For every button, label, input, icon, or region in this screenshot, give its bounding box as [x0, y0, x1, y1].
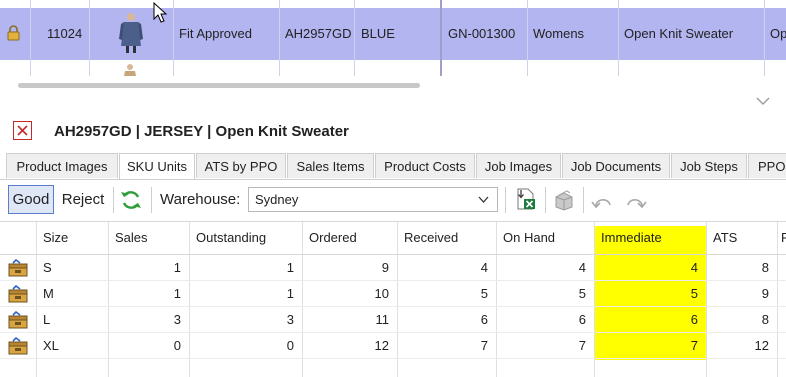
product-grid: 11024 Fit Approved AH2957GD BLUE GN-0013…: [0, 0, 786, 76]
cell-size: M: [43, 286, 54, 301]
cell-immediate: 5: [690, 286, 698, 301]
column-header-immediate[interactable]: Immediate: [594, 222, 706, 254]
tab-product-costs[interactable]: Product Costs: [375, 153, 475, 178]
next-product-thumbnail[interactable]: [121, 63, 139, 76]
tab-ats-by-ppo[interactable]: ATS by PPO: [196, 153, 286, 178]
column-header-sales[interactable]: Sales: [108, 222, 189, 254]
cell-ordered: 10: [374, 286, 389, 301]
row-id: 11024: [47, 26, 83, 41]
tab-job-documents[interactable]: Job Documents: [562, 153, 670, 178]
cell-immediate: 4: [690, 260, 698, 275]
column-header-size[interactable]: Size: [36, 222, 108, 254]
tab-product-images[interactable]: Product Images: [6, 153, 118, 178]
column-header-partial[interactable]: F: [777, 222, 786, 254]
cell-immediate: 6: [690, 312, 698, 327]
mouse-cursor-icon: [153, 2, 167, 23]
cell-on-hand: 5: [578, 286, 586, 301]
cell-on-hand: 6: [578, 312, 586, 327]
cell-ordered: 11: [375, 312, 390, 327]
row-box-icon: [8, 311, 28, 329]
detail-title: AH2957GD | JERSEY | Open Knit Sweater: [54, 123, 349, 140]
cell-sales: 0: [173, 338, 181, 353]
box-icon[interactable]: [553, 189, 575, 211]
cell-received: 7: [480, 338, 488, 353]
cell-ordered: 9: [381, 260, 389, 275]
cell-outstanding: 3: [286, 312, 294, 327]
cell-size: XL: [43, 338, 59, 353]
row-description: Open Knit Sweater: [624, 26, 734, 41]
row-box-icon: [8, 259, 28, 277]
row-box-icon: [8, 337, 28, 355]
cell-size: L: [43, 312, 51, 327]
sku-units-table: Size Sales Outstanding Ordered Received …: [0, 221, 786, 377]
cell-size: S: [43, 260, 52, 275]
cell-received: 6: [480, 312, 488, 327]
cell-outstanding: 1: [286, 286, 294, 301]
cell-ordered: 12: [374, 338, 389, 353]
column-header-received[interactable]: Received: [397, 222, 496, 254]
excel-export-icon[interactable]: [513, 187, 537, 211]
tab-sales-items[interactable]: Sales Items: [287, 153, 374, 178]
undo-icon[interactable]: [591, 193, 613, 209]
cell-ats: 9: [761, 286, 769, 301]
row-box-icon: [8, 285, 28, 303]
tab-ppo[interactable]: PPO I: [748, 153, 786, 178]
cell-outstanding: 1: [286, 260, 294, 275]
row-next-column: Op: [770, 26, 786, 41]
cell-received: 4: [480, 260, 488, 275]
horizontal-scrollbar[interactable]: [18, 83, 420, 88]
cell-ats: 8: [761, 312, 769, 327]
product-thumbnail[interactable]: [118, 12, 144, 54]
good-button[interactable]: Good: [8, 185, 54, 214]
refresh-icon[interactable]: [119, 188, 143, 212]
cell-immediate: 7: [690, 338, 698, 353]
column-header-ats[interactable]: ATS: [706, 222, 777, 254]
reject-button[interactable]: Reject: [58, 185, 108, 214]
row-status: Fit Approved: [179, 26, 252, 41]
cell-sales: 1: [173, 286, 181, 301]
cell-ats: 8: [761, 260, 769, 275]
close-icon: [17, 125, 28, 136]
tab-bar: Product Images SKU Units ATS by PPO Sale…: [0, 153, 786, 180]
warehouse-value: Sydney: [255, 192, 299, 207]
column-header-ordered[interactable]: Ordered: [302, 222, 397, 254]
tab-sku-units[interactable]: SKU Units: [119, 153, 195, 180]
chevron-down-icon[interactable]: [756, 96, 770, 106]
warehouse-label: Warehouse:: [160, 191, 241, 208]
row-job: GN-001300: [448, 26, 516, 41]
cell-on-hand: 7: [578, 338, 586, 353]
column-header-outstanding[interactable]: Outstanding: [189, 222, 302, 254]
tab-job-images[interactable]: Job Images: [476, 153, 561, 178]
lock-icon: [7, 25, 20, 41]
chevron-down-icon: [478, 196, 489, 203]
warehouse-select[interactable]: Sydney: [248, 187, 498, 212]
close-button[interactable]: [13, 121, 32, 140]
cell-sales: 3: [173, 312, 181, 327]
cell-sales: 1: [173, 260, 181, 275]
tab-job-steps[interactable]: Job Steps: [671, 153, 747, 178]
cell-on-hand: 4: [578, 260, 586, 275]
redo-icon[interactable]: [625, 193, 647, 209]
cell-outstanding: 0: [286, 338, 294, 353]
row-department: Womens: [533, 26, 585, 41]
column-header-on-hand[interactable]: On Hand: [496, 222, 594, 254]
cell-received: 5: [480, 286, 488, 301]
row-colour: BLUE: [361, 26, 395, 41]
row-style: AH2957GD: [285, 26, 352, 41]
cell-ats: 12: [754, 338, 769, 353]
